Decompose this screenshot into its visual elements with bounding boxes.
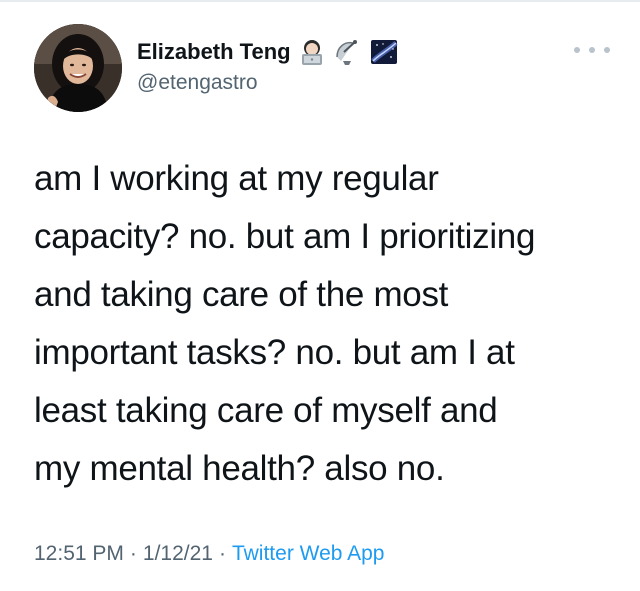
tweet-text: am I working at my regular capacity? no.…: [34, 159, 536, 488]
avatar[interactable]: [34, 24, 122, 112]
woman-technologist-emoji-icon: [297, 37, 327, 67]
user-handle[interactable]: @etengastro: [137, 69, 258, 97]
tweet-card: Elizabeth Teng @etengastro am I working …: [0, 0, 640, 591]
display-name[interactable]: Elizabeth Teng: [137, 37, 291, 67]
tweet-time[interactable]: 12:51 PM: [34, 542, 124, 565]
tweet-meta: 12:51 PM · 1/12/21 · Twitter Web App: [34, 540, 385, 568]
more-horizontal-icon: [574, 47, 580, 53]
tweet-source-link[interactable]: Twitter Web App: [232, 542, 385, 565]
more-horizontal-icon: [604, 47, 610, 53]
display-name-row: Elizabeth Teng: [137, 37, 399, 67]
more-horizontal-icon: [589, 47, 595, 53]
tweet-date[interactable]: 1/12/21: [143, 542, 213, 565]
meta-separator: ·: [218, 542, 226, 565]
more-options-button[interactable]: [574, 39, 610, 61]
milky-way-emoji-icon: [369, 37, 399, 67]
top-divider: [0, 0, 640, 2]
meta-separator: ·: [129, 542, 137, 565]
satellite-dish-emoji-icon: [333, 37, 363, 67]
